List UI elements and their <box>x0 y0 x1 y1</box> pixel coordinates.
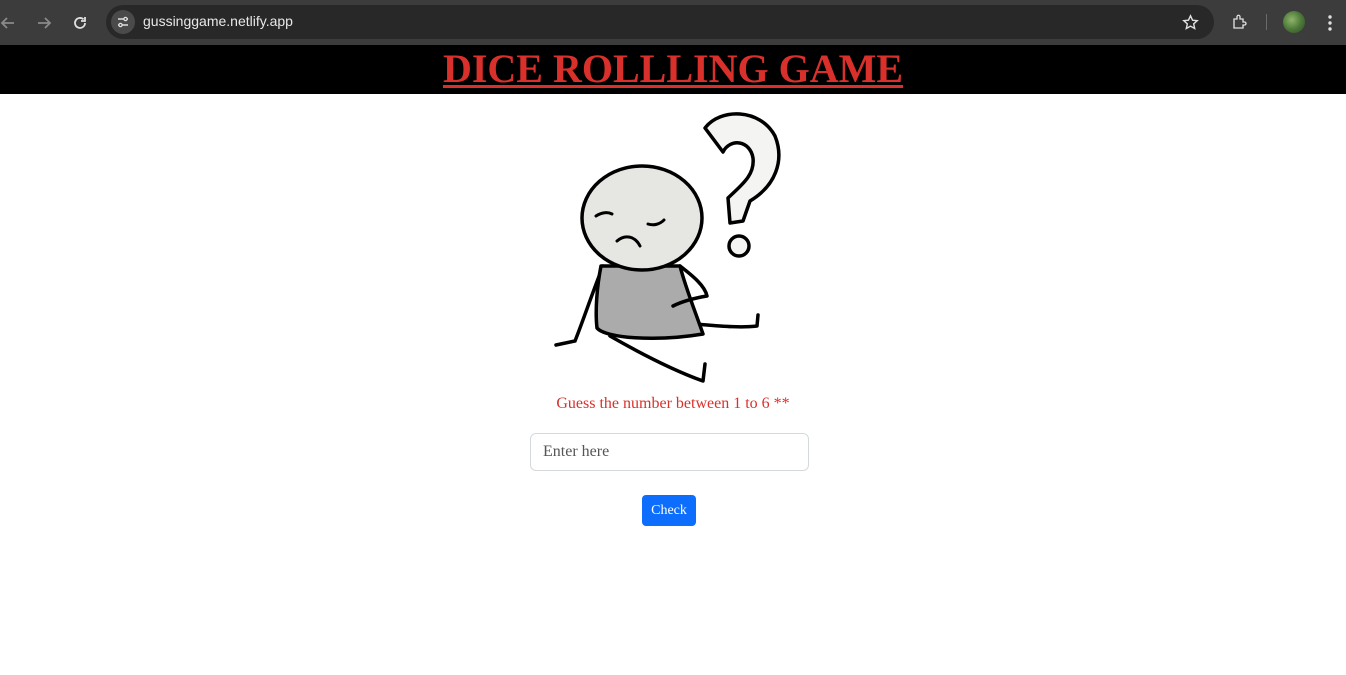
star-icon[interactable] <box>1178 10 1202 34</box>
address-bar[interactable]: gussinggame.netlify.app <box>106 5 1214 39</box>
url-text[interactable]: gussinggame.netlify.app <box>143 13 293 29</box>
toolbar-divider <box>1266 14 1267 30</box>
page-title: DICE ROLLLING GAME <box>442 46 904 91</box>
more-menu-icon[interactable] <box>1318 11 1342 35</box>
check-button[interactable]: Check <box>642 495 696 526</box>
page-header: DICE ROLLLING GAME <box>0 45 1346 94</box>
site-info-icon[interactable] <box>111 10 135 34</box>
forward-arrow-icon[interactable] <box>32 11 56 35</box>
extensions-icon[interactable] <box>1228 10 1252 34</box>
profile-avatar[interactable] <box>1283 11 1305 33</box>
back-arrow-icon[interactable] <box>0 11 20 35</box>
browser-toolbar: gussinggame.netlify.app <box>0 0 1346 45</box>
confused-figure-illustration <box>554 112 781 383</box>
guess-input[interactable] <box>530 433 809 471</box>
guess-prompt: Guess the number between 1 to 6 ** <box>556 395 790 412</box>
reload-icon[interactable] <box>68 11 92 35</box>
